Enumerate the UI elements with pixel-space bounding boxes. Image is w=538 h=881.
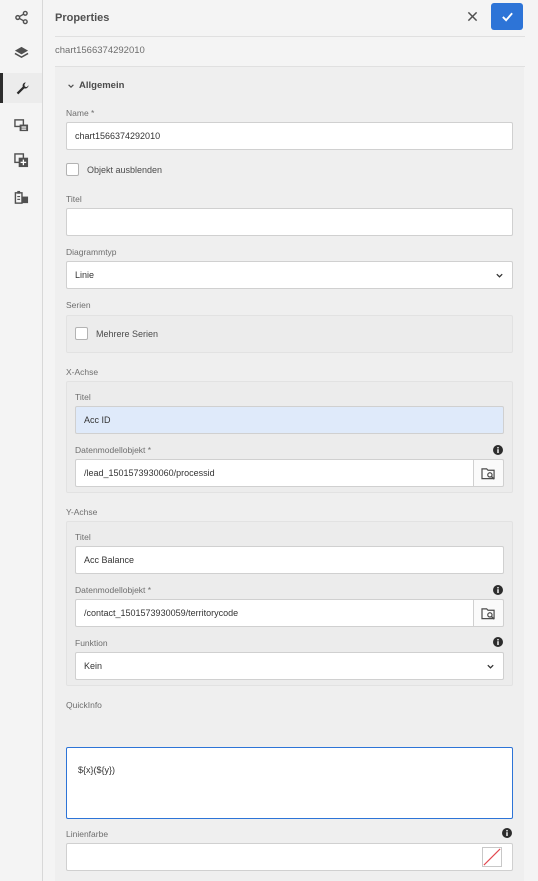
panel-title: Properties	[55, 12, 110, 24]
x-axis-label: X-Achse	[66, 367, 99, 377]
function-label: Funktion	[75, 638, 108, 648]
share-icon	[14, 10, 28, 24]
folder-search-icon	[481, 467, 495, 480]
title-label: Titel	[66, 194, 82, 204]
hide-object-label: Objekt ausblenden	[87, 164, 163, 175]
add-item-rail-button[interactable]	[0, 145, 42, 175]
line-color-input[interactable]	[66, 843, 513, 871]
properties-form: Allgemein Name * chart1566374292010 Obje…	[55, 67, 524, 881]
chevron-down-icon	[68, 83, 74, 88]
properties-rail-button[interactable]	[0, 73, 42, 103]
no-color-icon	[483, 848, 501, 866]
data-model-icon	[14, 190, 28, 204]
chevron-down-icon	[487, 664, 494, 669]
chart-type-value: Linie	[75, 270, 95, 280]
add-item-icon	[13, 152, 28, 167]
y-axis-title-input[interactable]: Acc Balance	[75, 546, 504, 574]
function-value: Kein	[84, 661, 103, 671]
data-model-rail-button[interactable]	[0, 182, 42, 212]
content-tree-rail-button[interactable]	[0, 110, 42, 140]
y-axis-datamodel-input[interactable]: /contact_1501573930059/territorycode	[75, 599, 474, 627]
multi-series-option[interactable]: Mehrere Serien	[75, 327, 158, 340]
y-axis-label: Y-Achse	[66, 507, 98, 517]
share-rail-button[interactable]	[0, 2, 42, 32]
line-color-label: Linienfarbe	[66, 829, 109, 839]
info-icon[interactable]	[502, 828, 512, 838]
chart-type-select[interactable]: Linie	[66, 261, 513, 289]
x-axis-datamodel-input[interactable]: /lead_1501573930060/processid	[75, 459, 474, 487]
chevron-down-icon	[496, 273, 503, 278]
function-select[interactable]: Kein	[75, 652, 504, 680]
folder-search-icon	[481, 607, 495, 620]
series-label: Serien	[66, 300, 91, 310]
section-toggle-allgemein[interactable]: Allgemein	[67, 80, 124, 91]
y-axis-title-label: Titel	[75, 532, 91, 542]
close-button[interactable]	[462, 6, 482, 26]
info-icon[interactable]	[493, 637, 503, 647]
y-axis-browse-button[interactable]	[474, 599, 504, 627]
content-tree-icon	[13, 118, 28, 131]
info-icon[interactable]	[493, 445, 503, 455]
layers-icon	[14, 46, 28, 58]
wrench-icon	[16, 81, 29, 94]
quickinfo-textarea[interactable]: ${x}(${y})	[66, 747, 513, 819]
info-icon[interactable]	[493, 585, 503, 595]
properties-panel: Properties chart1566374292010 Allgemein …	[43, 0, 538, 881]
close-icon	[467, 11, 477, 21]
name-input[interactable]: chart1566374292010	[66, 122, 513, 150]
hide-object-option[interactable]: Objekt ausblenden	[66, 163, 162, 176]
side-rail	[0, 0, 43, 881]
done-button[interactable]	[491, 3, 523, 30]
x-axis-datamodel-label: Datenmodellobjekt *	[75, 445, 152, 455]
y-axis-datamodel-label: Datenmodellobjekt *	[75, 585, 152, 595]
component-id: chart1566374292010	[55, 45, 145, 56]
x-axis-title-label: Titel	[75, 392, 91, 402]
checkmark-icon	[501, 12, 513, 22]
multi-series-label: Mehrere Serien	[96, 328, 159, 339]
line-color-swatch[interactable]	[482, 847, 502, 867]
multi-series-checkbox[interactable]	[75, 327, 88, 340]
header-divider	[55, 36, 525, 37]
x-axis-title-input[interactable]: Acc ID	[75, 406, 504, 434]
name-label: Name *	[66, 108, 95, 118]
hide-object-checkbox[interactable]	[66, 163, 79, 176]
x-axis-browse-button[interactable]	[474, 459, 504, 487]
quickinfo-label: QuickInfo	[66, 700, 102, 710]
title-input[interactable]	[66, 208, 513, 236]
section-title: Allgemein	[79, 80, 125, 91]
chart-type-label: Diagrammtyp	[66, 247, 117, 257]
layers-rail-button[interactable]	[0, 37, 42, 67]
